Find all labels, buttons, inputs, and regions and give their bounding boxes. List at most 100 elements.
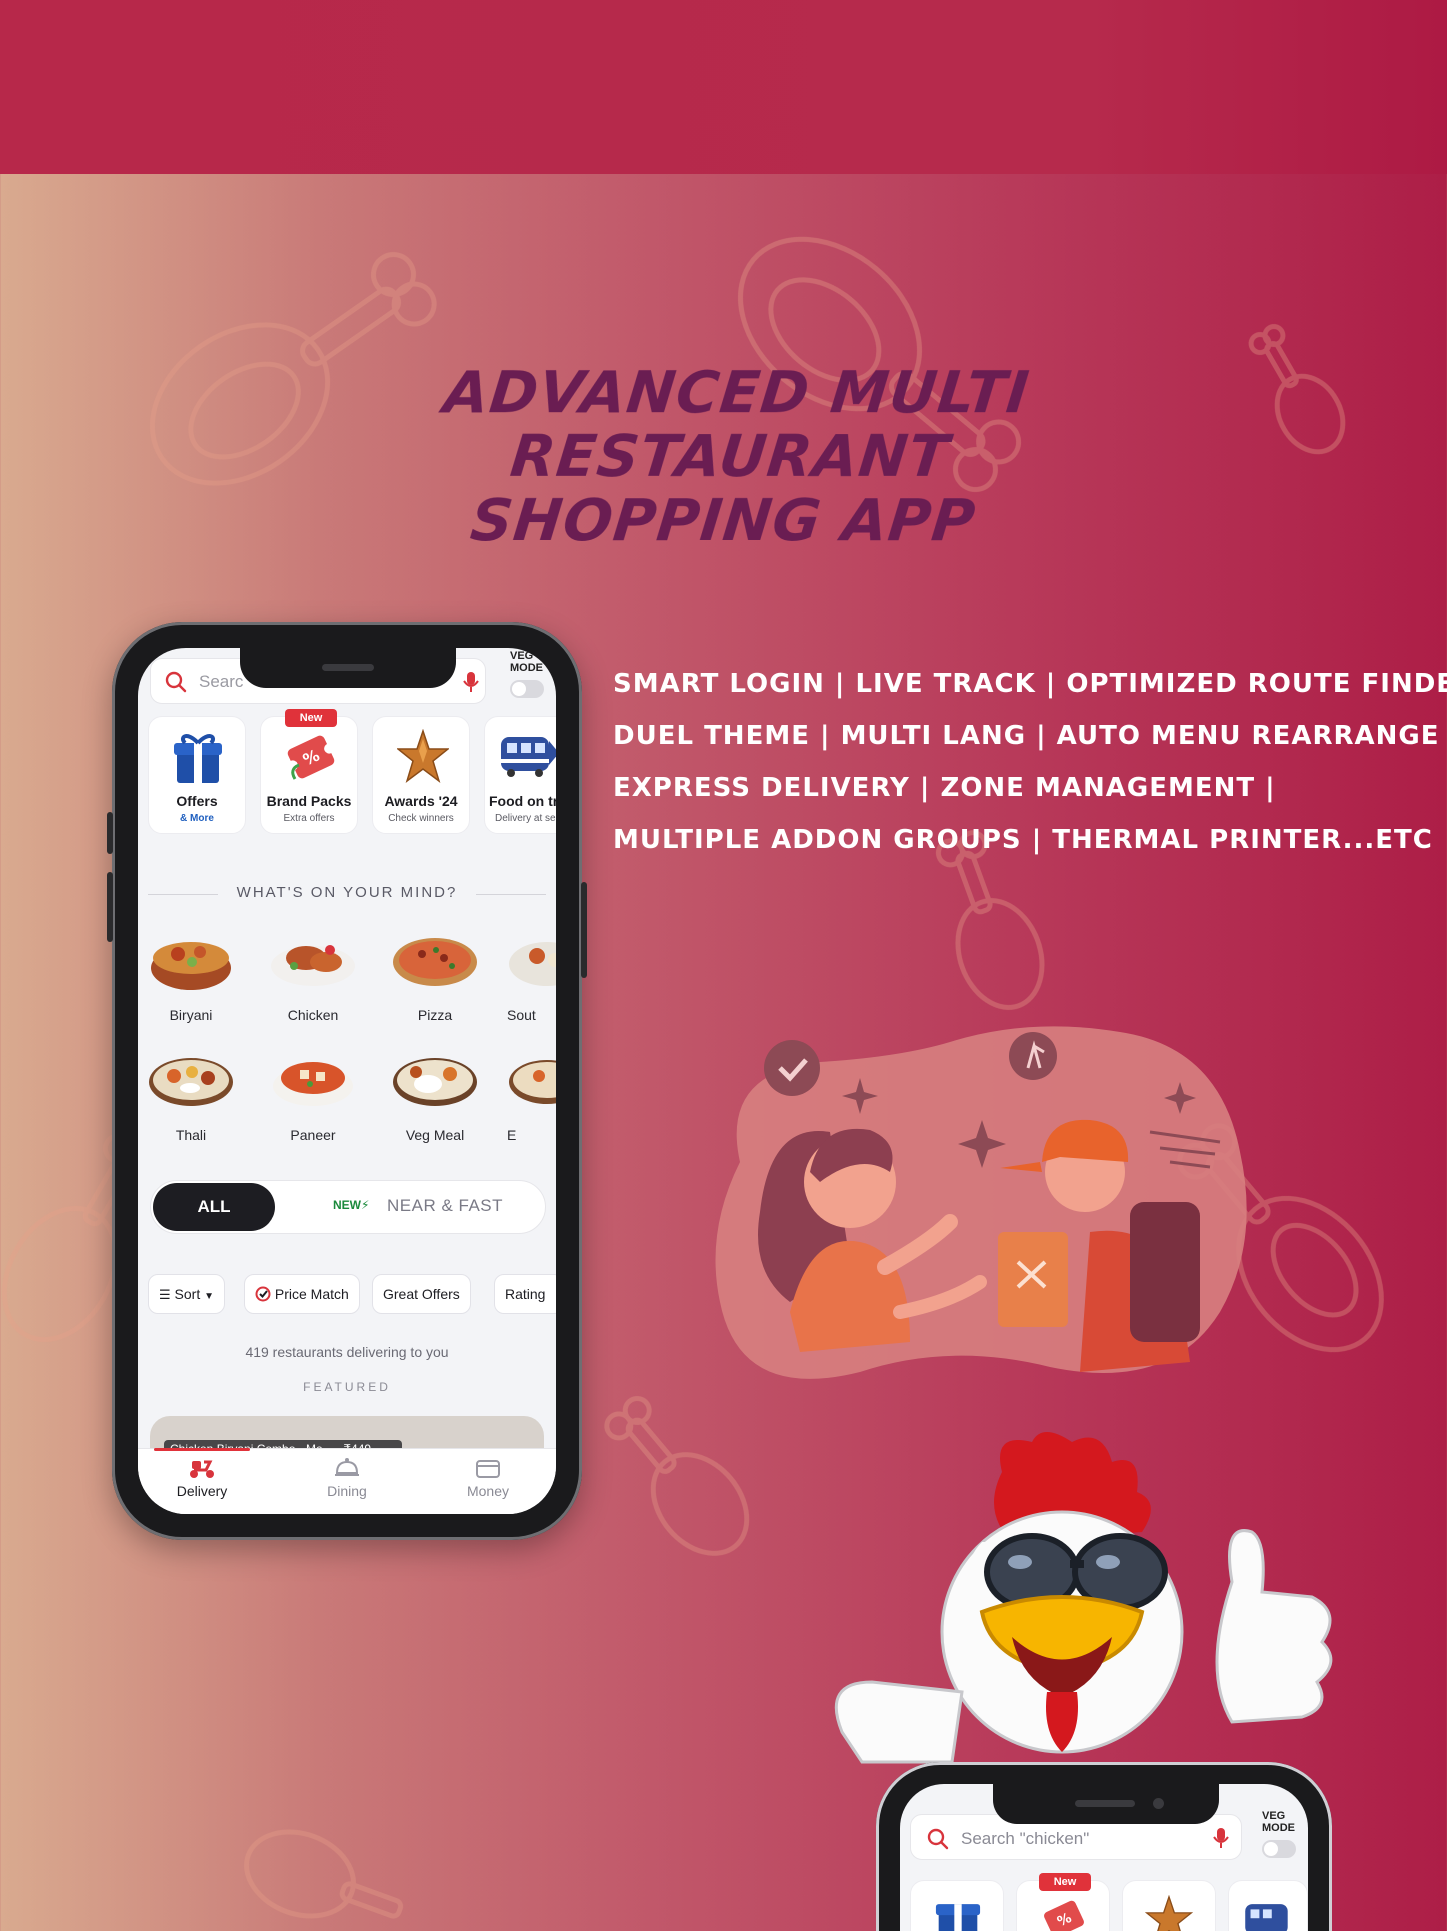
category-label: E xyxy=(507,1127,517,1143)
category-label: Sout xyxy=(507,1007,536,1023)
price-match-filter[interactable]: Price Match xyxy=(244,1274,360,1314)
feature-line: MULTIPLE ADDON GROUPS | THERMAL PRINTER.… xyxy=(613,825,1433,855)
gift-icon xyxy=(174,734,222,783)
card-subtitle: Check winners xyxy=(388,813,454,824)
train-icon xyxy=(1245,1904,1288,1931)
card-title: Food on tra xyxy=(489,793,556,809)
wallet-icon xyxy=(476,1460,500,1478)
card-title: Brand Packs xyxy=(266,793,352,809)
tab-label: Money xyxy=(466,1483,510,1499)
card-brand-packs[interactable]: New % xyxy=(1016,1873,1110,1931)
headline-line-1: ADVANCED MULTI RESTAURANT xyxy=(440,358,1033,490)
rating-filter[interactable]: Rating xyxy=(494,1274,556,1314)
page-headline: ADVANCED MULTI RESTAURANT SHOPPING APP xyxy=(260,358,1200,554)
rooster-mascot-logo xyxy=(834,1432,1333,1764)
new-badge: New xyxy=(285,709,337,727)
category-paneer[interactable]: Paneer xyxy=(263,1044,363,1143)
search-icon xyxy=(927,1828,949,1850)
mic-icon[interactable] xyxy=(1213,1827,1229,1849)
category-thali[interactable]: Thali xyxy=(141,1044,241,1143)
check-circle-icon xyxy=(255,1286,271,1302)
feature-list: SMART LOGIN | LIVE TRACK | OPTIMIZED ROU… xyxy=(613,658,1447,866)
tab-label: Dining xyxy=(327,1483,367,1499)
card-title: Awards '24 xyxy=(384,793,458,809)
veg-meal-image xyxy=(393,1058,477,1106)
coupon-icon: % xyxy=(1044,1900,1084,1931)
card-subtitle: Extra offers xyxy=(283,813,335,824)
restaurant-count: 419 restaurants delivering to you xyxy=(245,1344,449,1360)
search-placeholder: Search "chicken" xyxy=(961,1829,1090,1848)
category-pizza[interactable]: Pizza xyxy=(385,924,485,1023)
tab-money[interactable]: Money xyxy=(428,1457,548,1499)
phone-mockup: Searc VEG MODE Offers & More New % Brand… xyxy=(107,622,587,1540)
active-tab-indicator xyxy=(154,1448,250,1451)
biryani-image xyxy=(151,942,231,990)
card-title: Offers xyxy=(176,793,218,809)
filter-label: Great Offers xyxy=(383,1286,460,1302)
section-title: WHAT'S ON YOUR MIND? xyxy=(148,884,546,901)
cloche-icon xyxy=(335,1458,359,1476)
phone-power-button xyxy=(581,882,587,978)
category-south-indian[interactable]: Sout xyxy=(507,924,556,1023)
tab-delivery[interactable]: Delivery xyxy=(142,1448,262,1499)
app-screen-secondary: Search "chicken" VEG MODE New % xyxy=(900,1784,1308,1931)
card-awards[interactable] xyxy=(1122,1880,1216,1931)
phone-notch xyxy=(240,648,456,688)
lightning-icon: ⚡ xyxy=(361,1198,370,1212)
bottom-tab-bar: Delivery Dining Money xyxy=(138,1448,556,1514)
search-placeholder: Searc xyxy=(199,672,244,691)
card-brand-packs[interactable]: New % Brand Packs Extra offers xyxy=(260,709,358,834)
gift-icon xyxy=(935,1904,981,1931)
great-offers-filter[interactable]: Great Offers xyxy=(372,1274,471,1314)
veg-mode-toggle[interactable]: VEG MODE xyxy=(510,650,554,698)
filter-label: Rating xyxy=(505,1286,546,1302)
category-chicken[interactable]: Chicken xyxy=(263,924,363,1023)
phone-mute-button xyxy=(107,812,113,854)
sliders-icon: ☰ xyxy=(159,1287,171,1302)
feature-line: DUEL THEME | MULTI LANG | AUTO MENU REAR… xyxy=(613,721,1440,751)
card-offers[interactable] xyxy=(910,1880,1004,1931)
listing-mode-segment: ALL NEW⚡ NEAR & FAST xyxy=(150,1180,546,1234)
quick-cards-row: Offers & More New % Brand Packs Extra of… xyxy=(148,709,556,834)
feature-line: EXPRESS DELIVERY | ZONE MANAGEMENT | xyxy=(613,773,1276,803)
segment-all-button[interactable]: ALL xyxy=(153,1183,275,1231)
segment-near-fast-button[interactable]: NEAR & FAST xyxy=(387,1196,503,1216)
category-label: Biryani xyxy=(169,1007,213,1023)
tab-dining[interactable]: Dining xyxy=(287,1457,407,1499)
sort-label: Sort xyxy=(174,1286,201,1302)
paneer-image xyxy=(273,1062,353,1106)
category-label: Paneer xyxy=(290,1127,336,1143)
new-badge: New xyxy=(1039,1873,1091,1891)
scooter-icon xyxy=(190,1460,214,1478)
toggle-switch[interactable] xyxy=(1262,1840,1296,1858)
pizza-image xyxy=(393,938,477,986)
card-food-on-train[interactable] xyxy=(1228,1880,1308,1931)
veg-mode-label: MODE xyxy=(510,662,543,674)
toggle-switch[interactable] xyxy=(510,680,544,698)
tab-label: Delivery xyxy=(176,1483,228,1499)
app-screen: Searc VEG MODE Offers & More New % Brand… xyxy=(138,648,556,1514)
card-food-on-train[interactable]: Food on tra Delivery at se xyxy=(484,716,556,834)
category-label: Pizza xyxy=(417,1007,453,1023)
headline-line-2: SHOPPING APP xyxy=(467,486,980,554)
category-veg-meal[interactable]: Veg Meal xyxy=(385,1044,485,1143)
chicken-image xyxy=(271,945,355,986)
veg-mode-toggle[interactable]: VEG MODE xyxy=(1262,1810,1296,1858)
delivery-illustration xyxy=(715,1026,1247,1379)
card-subtitle: & More xyxy=(180,813,214,824)
category-biryani[interactable]: Biryani xyxy=(141,924,241,1023)
category-label: Chicken xyxy=(287,1007,339,1023)
phone-volume-button xyxy=(107,872,113,942)
sort-button[interactable]: ☰ Sort ▼ xyxy=(148,1274,226,1314)
phone-notch xyxy=(993,1784,1219,1824)
top-banner xyxy=(0,0,1447,174)
mic-icon[interactable] xyxy=(463,671,479,693)
category-partial[interactable]: E xyxy=(507,1044,556,1143)
new-badge-text: NEW xyxy=(333,1198,361,1212)
veg-mode-label: VEG xyxy=(510,650,534,662)
featured-label: FEATURED xyxy=(303,1380,391,1394)
new-badge: NEW⚡ xyxy=(333,1198,369,1212)
phone-mockup-secondary: Search "chicken" VEG MODE New % xyxy=(876,1762,1332,1931)
card-offers[interactable]: Offers & More xyxy=(148,716,246,834)
card-awards[interactable]: Awards '24 Check winners xyxy=(372,716,470,834)
